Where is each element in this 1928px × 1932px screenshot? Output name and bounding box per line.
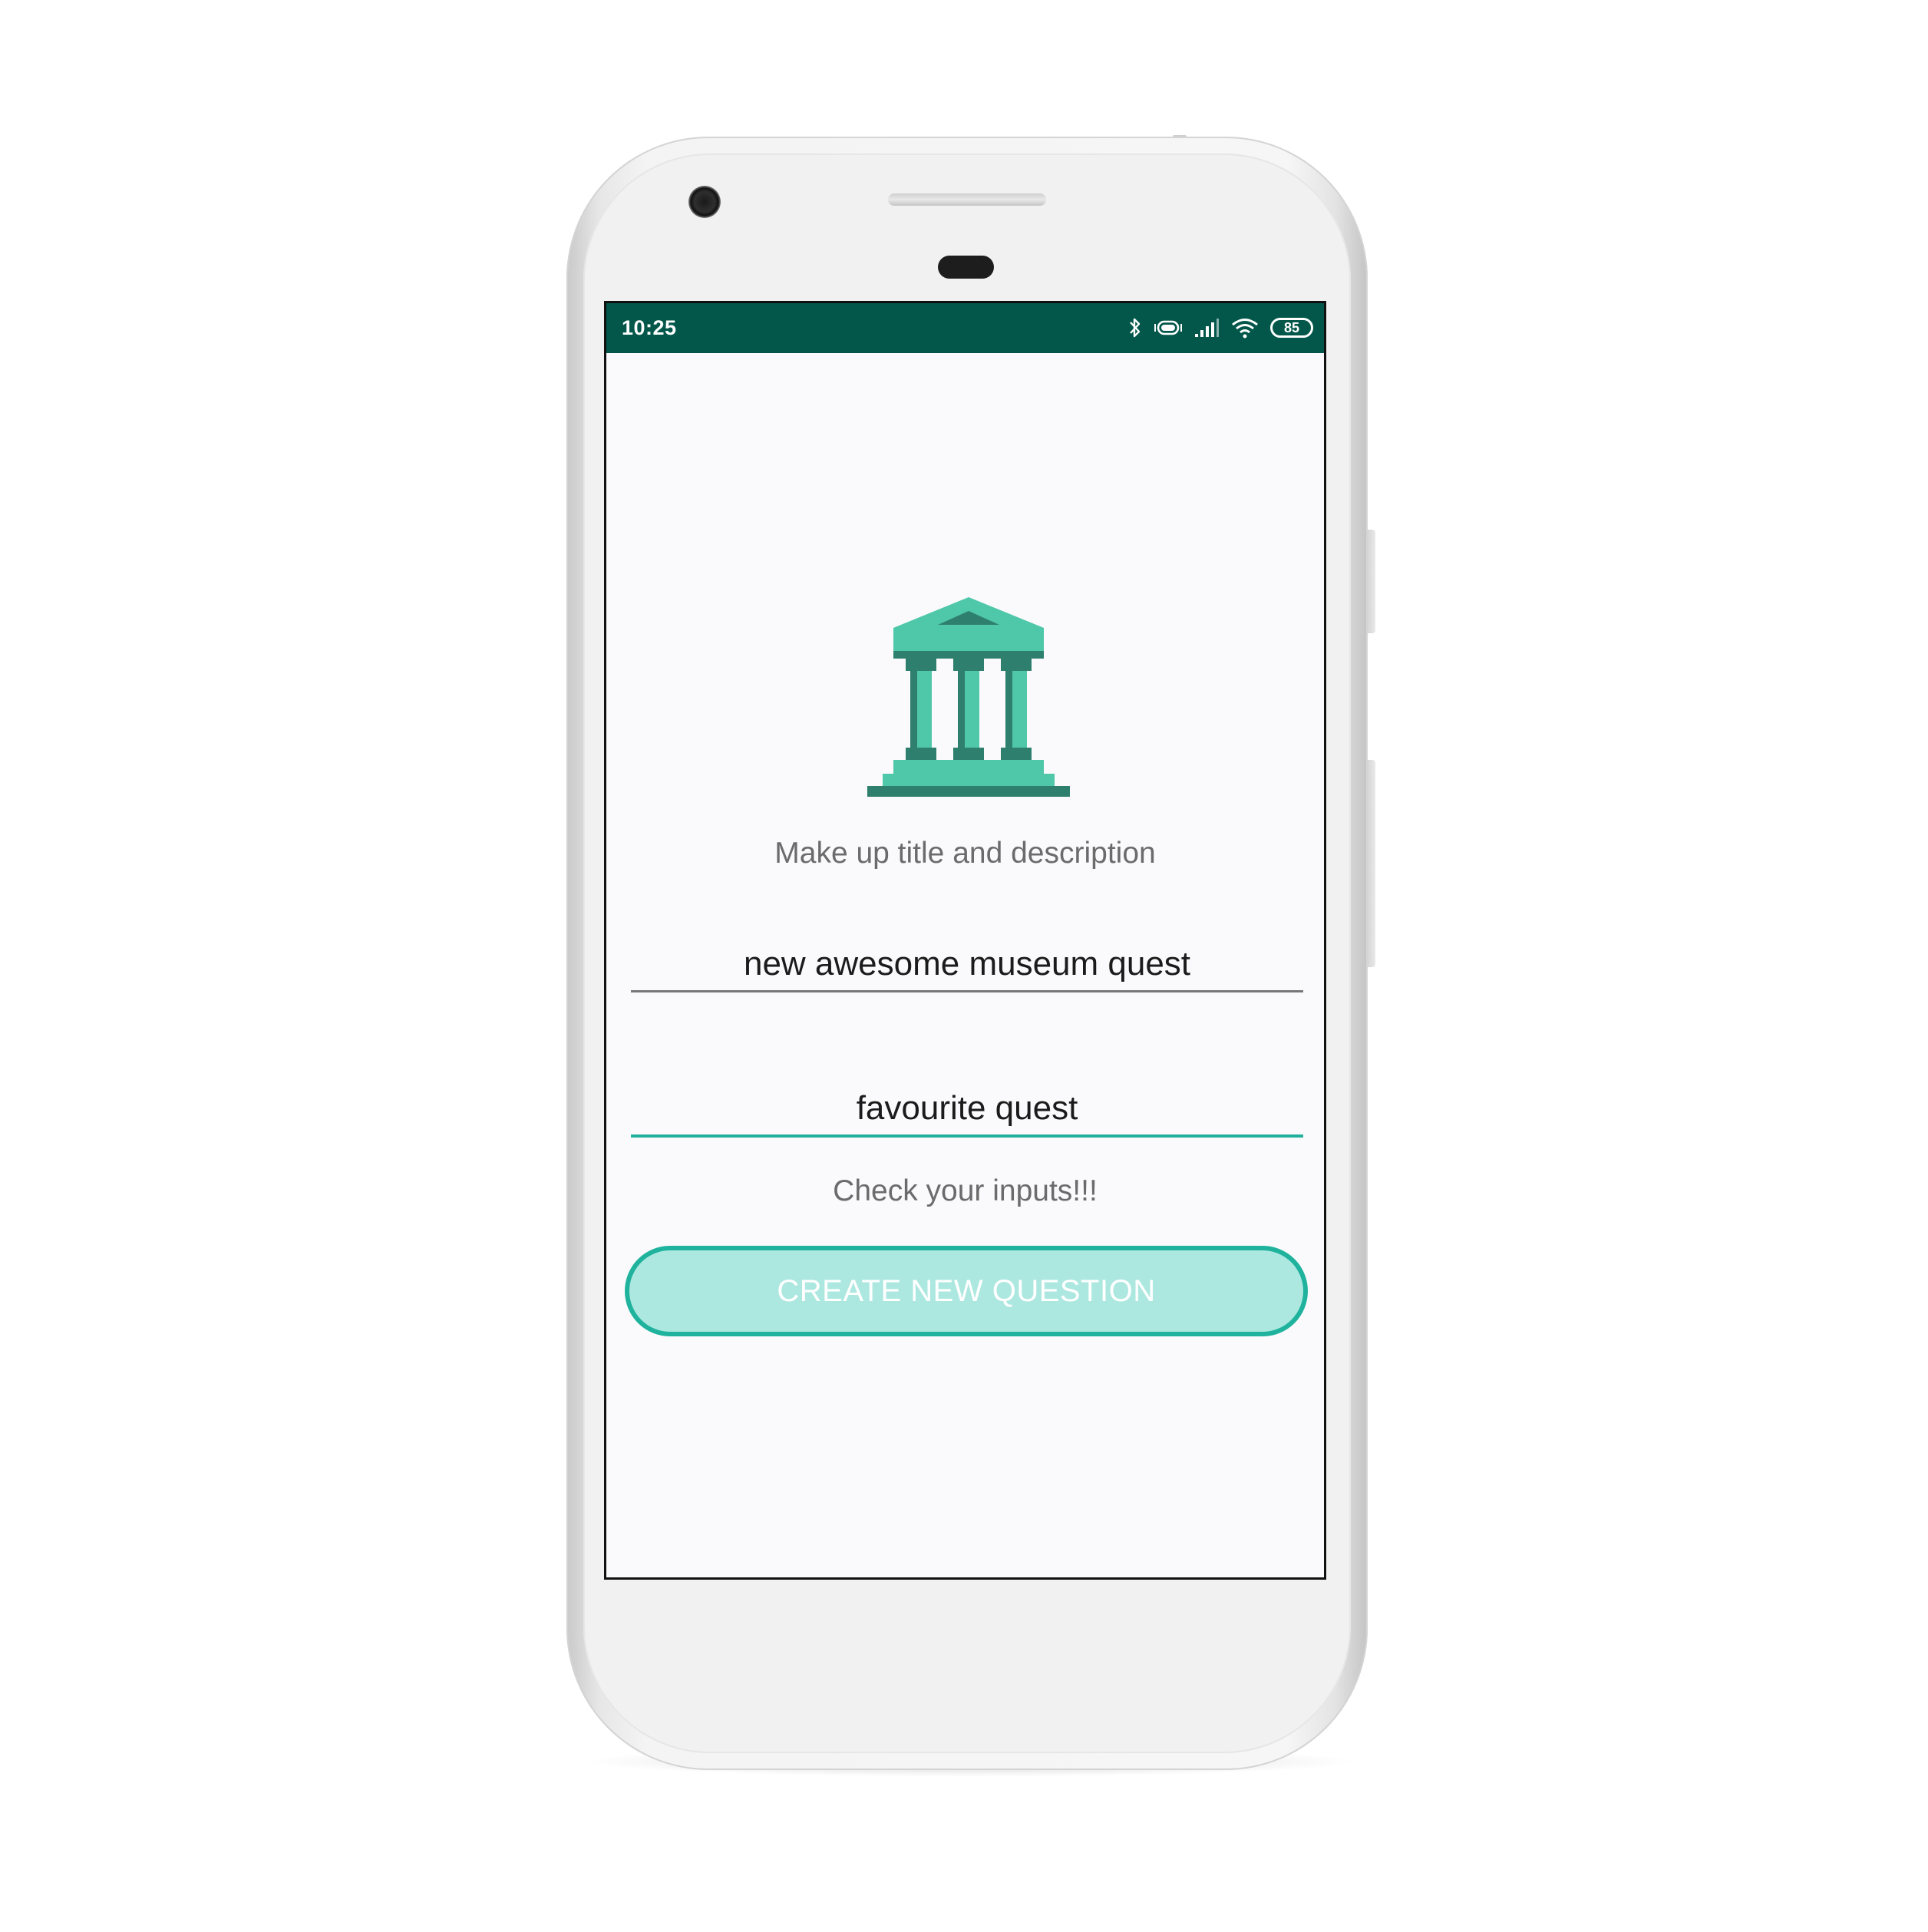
bluetooth-icon (1127, 316, 1143, 339)
create-new-question-button[interactable]: CREATE NEW QUESTION (625, 1246, 1308, 1336)
description-input[interactable]: favourite quest (631, 1088, 1303, 1128)
description-input-underline (631, 1134, 1303, 1138)
create-quest-form: Make up title and description new awesom… (606, 353, 1324, 1577)
title-input-underline (631, 990, 1303, 992)
signal-icon (1193, 317, 1220, 339)
museum-icon (867, 597, 1070, 797)
vibrate-icon (1154, 318, 1183, 338)
form-subtitle: Make up title and description (774, 837, 1156, 870)
phone-screen: 10:25 85 Make up title and description n… (604, 301, 1326, 1580)
status-icons: 85 (1127, 314, 1313, 342)
wifi-icon (1230, 316, 1259, 339)
create-new-question-label: CREATE NEW QUESTION (777, 1273, 1156, 1308)
title-input[interactable]: new awesome museum quest (631, 944, 1303, 984)
title-field[interactable]: new awesome museum quest (631, 944, 1303, 992)
battery-icon: 85 (1270, 318, 1313, 338)
proximity-sensor (938, 256, 994, 279)
battery-level: 85 (1283, 319, 1300, 335)
mockup-stage: 10:25 85 Make up title and description n… (0, 0, 1928, 1932)
earpiece-speaker (888, 193, 1046, 206)
front-camera (688, 186, 721, 218)
status-bar: 10:25 85 (606, 303, 1324, 353)
description-field[interactable]: favourite quest (631, 1088, 1303, 1138)
status-time: 10:25 (622, 316, 677, 339)
validation-message: Check your inputs!!! (833, 1174, 1098, 1207)
